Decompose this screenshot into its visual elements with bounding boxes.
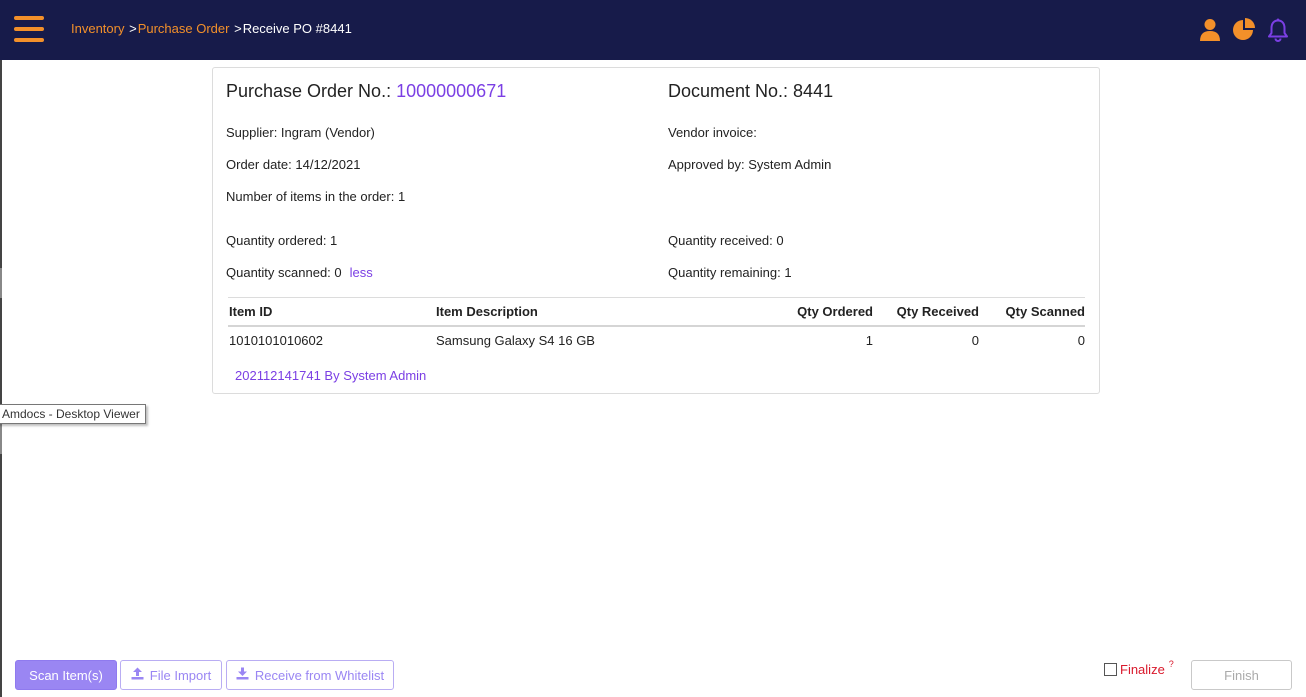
finalize-label[interactable]: Finalize bbox=[1120, 662, 1165, 677]
scan-items-label: Scan Item(s) bbox=[29, 667, 103, 683]
order-date-field: Order date: 14/12/2021 bbox=[226, 157, 361, 172]
supplier-field: Supplier: Ingram (Vendor) bbox=[226, 125, 375, 140]
download-icon bbox=[236, 667, 249, 683]
window-left-edge-segment bbox=[0, 268, 2, 298]
file-import-button[interactable]: File Import bbox=[120, 660, 222, 690]
user-icon[interactable] bbox=[1198, 17, 1222, 43]
column-header-qty-ordered[interactable]: Qty Ordered bbox=[797, 304, 873, 319]
desktop-viewer-tooltip: Amdocs - Desktop Viewer bbox=[0, 404, 146, 424]
help-icon[interactable]: ? bbox=[1169, 659, 1174, 669]
upload-icon bbox=[131, 667, 144, 683]
column-header-item-description[interactable]: Item Description bbox=[436, 304, 538, 319]
window-left-edge bbox=[0, 60, 2, 697]
breadcrumb-separator: > bbox=[234, 21, 242, 36]
column-header-qty-received[interactable]: Qty Received bbox=[897, 304, 979, 319]
po-title-label: Purchase Order No.: bbox=[226, 81, 392, 101]
finalize-checkbox[interactable] bbox=[1104, 662, 1117, 676]
vendor-invoice-field: Vendor invoice: bbox=[668, 125, 757, 140]
table-top-divider bbox=[228, 297, 1085, 298]
bell-icon[interactable] bbox=[1266, 17, 1290, 43]
top-navigation-bar: Inventory >Purchase Order >Receive PO #8… bbox=[0, 0, 1306, 60]
window-left-edge-segment bbox=[0, 424, 2, 454]
qty-scanned-text: Quantity scanned: 0 bbox=[226, 265, 342, 280]
receive-from-whitelist-button[interactable]: Receive from Whitelist bbox=[226, 660, 394, 690]
breadcrumb-inventory[interactable]: Inventory bbox=[71, 21, 124, 36]
qty-remaining-field: Quantity remaining: 1 bbox=[668, 265, 792, 280]
purchase-order-card: Purchase Order No.: 10000000671 Document… bbox=[212, 67, 1100, 394]
pie-chart-icon[interactable] bbox=[1232, 17, 1256, 43]
column-header-item-id[interactable]: Item ID bbox=[229, 304, 272, 319]
breadcrumb: Inventory >Purchase Order >Receive PO #8… bbox=[71, 21, 352, 36]
scan-log-entry[interactable]: 202112141741 By System Admin bbox=[235, 368, 426, 383]
finish-label: Finish bbox=[1224, 667, 1259, 683]
finalize-control: Finalize ? bbox=[1104, 659, 1174, 677]
finish-button[interactable]: Finish bbox=[1191, 660, 1292, 690]
less-link[interactable]: less bbox=[350, 265, 373, 280]
table-header-divider bbox=[228, 325, 1085, 327]
po-number: 10000000671 bbox=[396, 81, 507, 101]
po-title: Purchase Order No.: 10000000671 bbox=[226, 81, 506, 102]
breadcrumb-separator: > bbox=[129, 21, 137, 36]
receive-from-whitelist-label: Receive from Whitelist bbox=[254, 667, 385, 683]
breadcrumb-purchase-order[interactable]: Purchase Order bbox=[138, 21, 230, 36]
cell-item-id: 1010101010602 bbox=[229, 333, 323, 348]
column-header-qty-scanned[interactable]: Qty Scanned bbox=[1006, 304, 1085, 319]
cell-item-description: Samsung Galaxy S4 16 GB bbox=[436, 333, 595, 348]
header-actions bbox=[1198, 16, 1290, 44]
menu-icon[interactable] bbox=[14, 16, 44, 42]
qty-ordered-field: Quantity ordered: 1 bbox=[226, 233, 338, 248]
qty-received-field: Quantity received: 0 bbox=[668, 233, 784, 248]
cell-qty-received: 0 bbox=[971, 333, 979, 348]
breadcrumb-current: Receive PO #8441 bbox=[242, 21, 352, 36]
document-number: Document No.: 8441 bbox=[668, 81, 834, 101]
cell-qty-ordered: 1 bbox=[865, 333, 873, 348]
approved-by-field: Approved by: System Admin bbox=[668, 157, 832, 172]
qty-scanned-field: Quantity scanned: 0 less bbox=[226, 265, 373, 280]
cell-qty-scanned: 0 bbox=[1077, 333, 1085, 348]
items-count-field: Number of items in the order: 1 bbox=[226, 189, 406, 204]
scan-items-button[interactable]: Scan Item(s) bbox=[15, 660, 117, 690]
file-import-label: File Import bbox=[149, 667, 212, 683]
